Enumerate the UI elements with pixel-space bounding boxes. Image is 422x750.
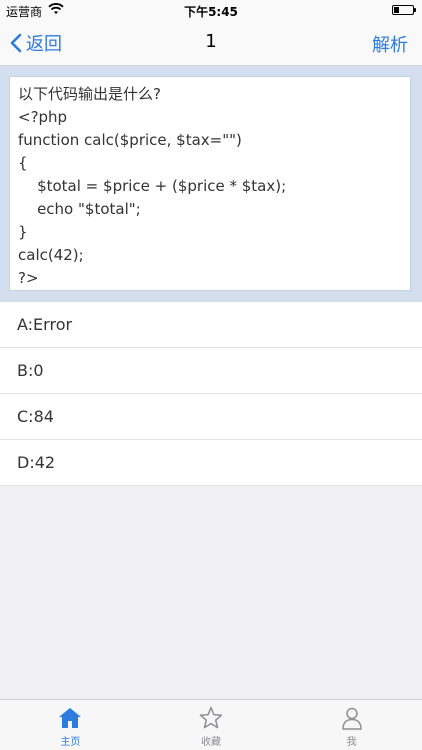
option-a[interactable]: A:Error <box>0 302 422 348</box>
tab-home-label: 主页 <box>60 737 81 748</box>
person-icon <box>341 707 362 730</box>
star-icon <box>199 706 223 729</box>
battery-icon <box>392 5 416 15</box>
question-area: 以下代码输出是什么? <?php function calc($price, $… <box>0 66 422 302</box>
option-b[interactable]: B:0 <box>0 348 422 394</box>
tab-me-label: 我 <box>346 737 357 748</box>
analysis-button[interactable]: 解析 <box>372 31 408 57</box>
option-c[interactable]: C:84 <box>0 394 422 440</box>
home-icon <box>59 708 82 728</box>
tab-bar: 主页 收藏 我 <box>0 699 422 750</box>
status-bar: 运营商 下午5:45 <box>0 0 422 20</box>
option-d[interactable]: D:42 <box>0 440 422 486</box>
question-text: 以下代码输出是什么? <?php function calc($price, $… <box>9 76 411 291</box>
status-time: 下午5:45 <box>184 5 238 19</box>
tab-me[interactable]: 我 <box>281 700 422 750</box>
options-list: A:Error B:0 C:84 D:42 <box>0 302 422 486</box>
tab-favorites-label: 收藏 <box>201 737 221 748</box>
tab-home[interactable]: 主页 <box>0 700 141 750</box>
navigation-bar: 返回 1 解析 <box>0 20 422 66</box>
tab-favorites[interactable]: 收藏 <box>141 700 282 750</box>
page-title: 1 <box>205 31 217 52</box>
